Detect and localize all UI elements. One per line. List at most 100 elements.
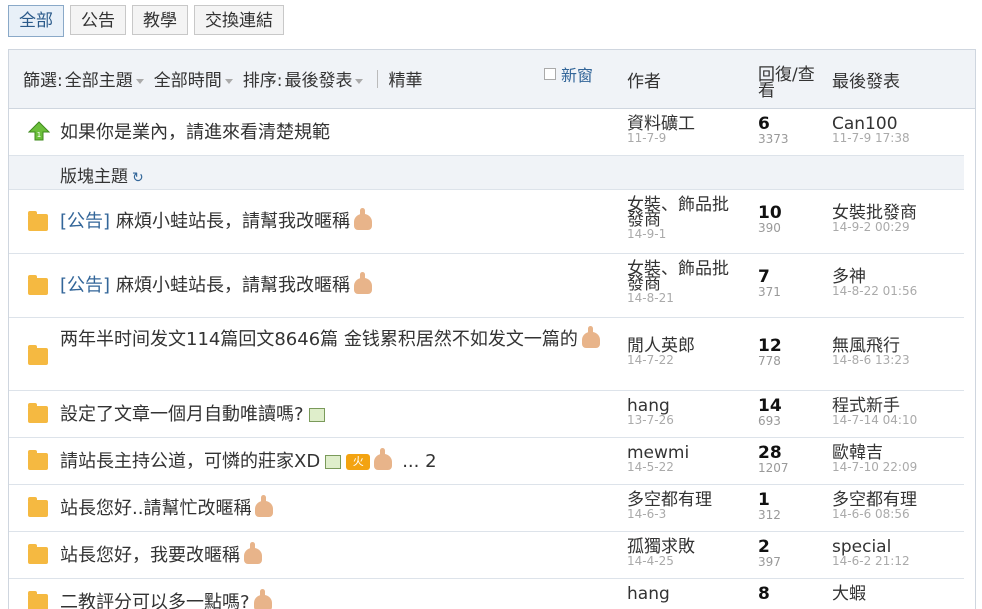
views-value: 1207 xyxy=(758,461,789,475)
views-value: 371 xyxy=(758,285,781,299)
author-date: 13-7-26 xyxy=(627,413,674,427)
tab-tutorials[interactable]: 教學 xyxy=(132,5,188,35)
table-row[interactable]: [公告] 麻煩小蛙站長，請幫我改暱稱 女裝、飾品批發商 14-8-21 7 371… xyxy=(9,254,964,318)
last-post-time[interactable]: 14-8-6 13:23 xyxy=(832,354,910,367)
svg-text:1: 1 xyxy=(37,131,41,139)
new-window-checkbox[interactable] xyxy=(544,68,556,80)
table-row[interactable]: [公告] 麻煩小蛙站長，請幫我改暱稱 女裝、飾品批發商 14-9-1 10 390… xyxy=(9,190,964,254)
tab-all[interactable]: 全部 xyxy=(8,5,64,37)
new-window-label: 新窗 xyxy=(561,66,594,85)
folder-icon xyxy=(28,544,48,564)
thread-title-link[interactable]: 二教評分可以多一點嗎? xyxy=(60,592,250,609)
page-link[interactable]: ... 2 xyxy=(402,451,436,472)
thread-title-link[interactable]: 麻煩小蛙站長，請幫我改暱稱 xyxy=(116,211,350,232)
filter-type-dropdown[interactable]: 全部主題 xyxy=(65,66,144,91)
pinned-thread-row[interactable]: 1 如果你是業內，請進來看清楚規範 資料礦工 11-7-9 6 3373 Can… xyxy=(9,109,964,156)
replies-value: 1 xyxy=(758,490,770,510)
sort-dropdown[interactable]: 最後發表 xyxy=(284,66,364,91)
reply-count: 6 3373 xyxy=(758,114,789,147)
views-value: 397 xyxy=(758,555,781,569)
thumbs-up-icon xyxy=(253,589,272,609)
image-attachment-icon xyxy=(325,455,342,469)
table-row[interactable]: 設定了文章一個月自動唯讀嗎? hang 13-7-26 14 693 程式新手 … xyxy=(9,391,964,438)
pinned-icon: 1 xyxy=(27,121,51,145)
last-post: 歐韓吉 14-7-10 22:09 xyxy=(832,445,917,474)
thread-title-link[interactable]: 两年半时间发文114篇回文8646篇 金钱累积居然不如发文一篇的 xyxy=(60,329,578,350)
thread-list: 篩選: 全部主題 全部時間 排序: 最後發表 精華 新窗 作者 回復/查看 最後… xyxy=(8,49,976,609)
filter-bar: 篩選: 全部主題 全部時間 排序: 最後發表 精華 xyxy=(23,66,422,91)
thread-title-link[interactable]: 麻煩小蛙站長，請幫我改暱稱 xyxy=(116,275,350,296)
last-post-time[interactable]: 14-7-10 22:09 xyxy=(832,461,917,474)
author-link[interactable]: hang xyxy=(627,584,670,604)
image-attachment-icon xyxy=(308,408,325,422)
table-row[interactable]: 站長您好..請幫忙改暱稱 多空都有理 14-6-3 1 312 多空都有理 14… xyxy=(9,485,964,532)
reply-count: 12 778 xyxy=(758,338,782,369)
folder-icon xyxy=(28,591,48,609)
folder-icon xyxy=(28,450,48,470)
tab-link-exchange[interactable]: 交換連結 xyxy=(194,5,284,35)
thumbs-up-icon xyxy=(244,542,262,564)
section-title: 版塊主題 ↻ xyxy=(60,162,144,187)
section-title-text: 版塊主題 xyxy=(60,167,128,187)
last-post-time[interactable]: 14-7-14 04:10 xyxy=(832,414,917,427)
thread-author: hang 13-7-26 xyxy=(627,398,745,427)
column-last-post: 最後發表 xyxy=(832,72,900,92)
replies-value: 8 xyxy=(758,584,770,604)
thread-title: [公告] 麻煩小蛙站長，請幫我改暱稱 xyxy=(60,272,373,299)
reply-count: 7 371 xyxy=(758,267,781,300)
thread-author: 女裝、飾品批發商 14-9-1 xyxy=(627,195,745,241)
table-row[interactable]: 站長您好，我要改暱稱 孤獨求敗 14-4-25 2 397 special 14… xyxy=(9,532,964,579)
reply-count: 2 397 xyxy=(758,539,781,570)
views-value: 312 xyxy=(758,508,781,522)
new-window-toggle[interactable]: 新窗 xyxy=(544,62,593,86)
thread-tag-link[interactable]: [公告] xyxy=(60,211,110,232)
tab-bar: 全部 公告 教學 交換連結 xyxy=(8,5,284,37)
replies-value: 7 xyxy=(758,267,770,287)
column-author: 作者 xyxy=(627,72,661,92)
last-post-time[interactable]: 14-6-6 08:56 xyxy=(832,508,917,521)
section-header: 版塊主題 ↻ xyxy=(9,156,964,190)
chevron-down-icon xyxy=(355,78,364,84)
refresh-icon[interactable]: ↻ xyxy=(132,170,144,186)
reply-count: 14 693 xyxy=(758,398,782,429)
chevron-down-icon xyxy=(135,78,144,84)
thread-title-link[interactable]: 站長您好..請幫忙改暱稱 xyxy=(60,498,251,519)
folder-icon xyxy=(28,345,48,365)
replies-value: 28 xyxy=(758,443,782,463)
table-row[interactable]: 請站長主持公道，可憐的莊家XD 火 ... 2 mewmi 14-5-22 28 1… xyxy=(9,438,964,485)
thread-title: 二教評分可以多一點嗎? xyxy=(60,589,272,609)
last-post: 多空都有理 14-6-6 08:56 xyxy=(832,492,917,521)
thread-title-link[interactable]: 請站長主持公道，可憐的莊家XD xyxy=(60,451,320,472)
digest-link[interactable]: 精華 xyxy=(388,66,422,91)
author-link[interactable]: 女裝、飾品批發商 xyxy=(627,195,729,230)
thumbs-up-icon xyxy=(374,448,393,470)
filter-time-value: 全部時間 xyxy=(153,71,222,91)
last-post: 無風飛行 14-8-6 13:23 xyxy=(832,338,910,367)
table-row[interactable]: 两年半时间发文114篇回文8646篇 金钱累积居然不如发文一篇的 閒人英郎 14… xyxy=(9,318,964,391)
table-row[interactable]: 二教評分可以多一點嗎? hang 8 大蝦 xyxy=(9,579,964,609)
thread-title-link[interactable]: 站長您好，我要改暱稱 xyxy=(60,545,240,566)
reply-count: 10 390 xyxy=(758,205,782,236)
sort-value: 最後發表 xyxy=(284,71,353,91)
author-link[interactable]: 女裝、飾品批發商 xyxy=(627,259,729,294)
last-post-time[interactable]: 11-7-9 17:38 xyxy=(832,132,910,145)
thread-author: 資料礦工 11-7-9 xyxy=(627,116,745,145)
last-user-link[interactable]: 大蝦 xyxy=(832,584,866,604)
filter-time-dropdown[interactable]: 全部時間 xyxy=(154,66,233,91)
tab-announcements[interactable]: 公告 xyxy=(70,5,126,35)
last-post-time[interactable]: 14-6-2 21:12 xyxy=(832,555,910,568)
replies-value: 6 xyxy=(758,114,770,134)
thread-title: 站長您好..請幫忙改暱稱 xyxy=(60,495,274,522)
sort-label: 排序: xyxy=(242,71,283,91)
filter-type-value: 全部主題 xyxy=(64,71,133,91)
last-post-time[interactable]: 14-8-22 01:56 xyxy=(832,285,917,298)
last-post: Can100 11-7-9 17:38 xyxy=(832,116,910,145)
thread-title-link[interactable]: 如果你是業內，請進來看清楚規範 xyxy=(60,119,330,146)
views-value: 3373 xyxy=(758,132,789,146)
last-post-time[interactable]: 14-9-2 00:29 xyxy=(832,221,917,234)
thread-title-link[interactable]: 設定了文章一個月自動唯讀嗎? xyxy=(60,404,304,425)
thread-tag-link[interactable]: [公告] xyxy=(60,275,110,296)
thread-author: 閒人英郎 14-7-22 xyxy=(627,338,745,367)
thread-author: mewmi 14-5-22 xyxy=(627,445,745,474)
thread-title: [公告] 麻煩小蛙站長，請幫我改暱稱 xyxy=(60,208,373,235)
